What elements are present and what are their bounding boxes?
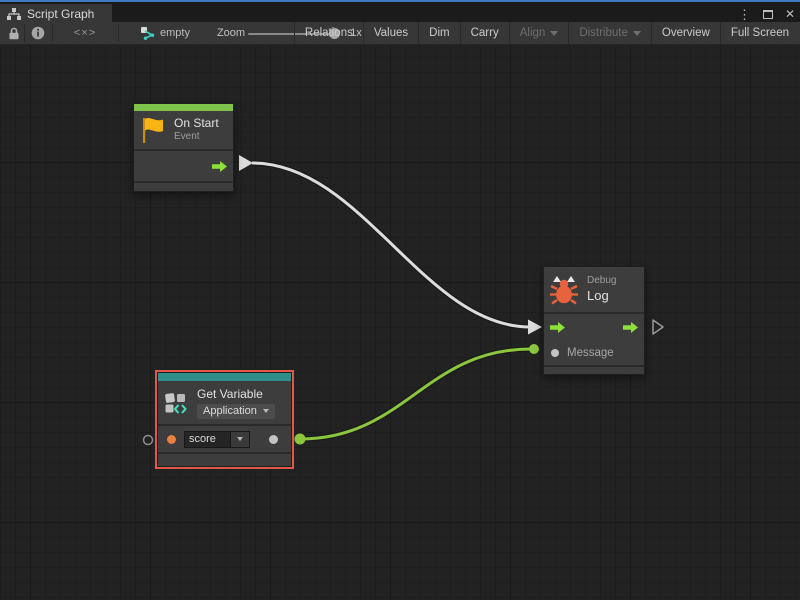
toolbar-separator xyxy=(118,24,119,42)
node-value-port-row: Message xyxy=(544,340,644,365)
window-controls: ⋮ ✕ xyxy=(738,5,795,23)
button-label: Align xyxy=(520,27,546,39)
node-title: Get Variable xyxy=(197,387,275,402)
variable-name-input-port[interactable] xyxy=(167,435,176,444)
button-label: Carry xyxy=(471,27,499,39)
code-toggle-icon: <×> xyxy=(74,27,96,39)
dropdown-arrow-icon xyxy=(633,31,641,36)
dropdown-arrow-icon xyxy=(237,437,243,441)
toolbar-button-distribute[interactable]: Distribute xyxy=(568,22,651,44)
node-header: Debug Log xyxy=(544,267,644,312)
toolbar-button-row: Relations Values Dim Carry Align Distrib… xyxy=(294,22,799,44)
dropdown-arrow-icon xyxy=(263,409,269,413)
node-footer xyxy=(158,454,291,466)
graph-name-label: empty xyxy=(160,27,190,39)
node-footer xyxy=(544,367,644,376)
dropdown-arrow-icon xyxy=(550,31,558,36)
lock-button[interactable] xyxy=(4,22,24,44)
variable-name-input[interactable] xyxy=(184,431,231,448)
value-wire-score-to-message[interactable] xyxy=(300,349,531,439)
graph-icon xyxy=(140,26,156,40)
tab-title: Script Graph xyxy=(27,7,94,21)
toolbar-separator xyxy=(24,24,25,42)
message-input-port[interactable] xyxy=(551,349,559,357)
node-port-row xyxy=(134,151,233,181)
flow-wire-onstart-to-log[interactable] xyxy=(252,163,530,327)
zoom-label: Zoom xyxy=(217,27,245,39)
node-header: On Start Event xyxy=(134,111,233,149)
code-view-button[interactable]: <×> xyxy=(62,22,108,44)
tab-script-graph[interactable]: Script Graph xyxy=(0,4,112,24)
title-bar: Script Graph ⋮ ✕ xyxy=(0,0,800,22)
value-wire-start-port[interactable] xyxy=(295,434,306,445)
wire-layer xyxy=(0,45,800,600)
bug-icon xyxy=(550,275,578,305)
toolbar-button-overview[interactable]: Overview xyxy=(651,22,720,44)
toolbar-button-align[interactable]: Align xyxy=(509,22,569,44)
flow-wire-end-arrow[interactable] xyxy=(528,320,542,335)
button-label: Dim xyxy=(429,27,449,39)
value-wire-end-port[interactable] xyxy=(529,344,539,354)
toolbar-button-carry[interactable]: Carry xyxy=(460,22,509,44)
selection-outline: Get Variable Application xyxy=(155,370,294,469)
flag-icon xyxy=(141,116,165,144)
button-label: Distribute xyxy=(579,27,628,39)
node-on-start[interactable]: On Start Event xyxy=(133,103,234,192)
scope-label: Application xyxy=(203,405,257,417)
graph-toolbar: <×> empty Zoom 1x Relations xyxy=(0,22,800,45)
button-label: Values xyxy=(374,27,408,39)
graph-breadcrumb-icon-wrap xyxy=(138,22,158,44)
port-label: Message xyxy=(567,347,614,359)
node-header: Get Variable Application xyxy=(158,381,291,424)
node-debug-log[interactable]: Debug Log Message xyxy=(543,266,645,375)
node-footer xyxy=(134,183,233,193)
node-get-variable[interactable]: Get Variable Application xyxy=(157,372,292,467)
variable-scope-dropdown[interactable]: Application xyxy=(197,404,275,419)
info-button[interactable] xyxy=(26,22,50,44)
node-title: Log xyxy=(587,288,616,304)
toolbar-button-relations[interactable]: Relations xyxy=(294,22,363,44)
node-flow-port-row xyxy=(544,314,644,340)
log-unconnected-output-port[interactable] xyxy=(653,320,663,334)
node-accent-bar xyxy=(134,104,233,111)
button-label: Overview xyxy=(662,27,710,39)
node-value-port-row xyxy=(158,426,291,452)
getvariable-unconnected-input-port[interactable] xyxy=(144,436,153,445)
maximize-icon[interactable] xyxy=(763,10,773,19)
info-icon xyxy=(31,26,45,40)
flow-input-port-icon[interactable] xyxy=(550,322,565,333)
node-category: Debug xyxy=(587,275,616,288)
variable-value-output-port[interactable] xyxy=(269,435,278,444)
toolbar-button-fullscreen[interactable]: Full Screen xyxy=(720,22,799,44)
node-subtitle: Event xyxy=(174,131,219,144)
flow-output-port-icon[interactable] xyxy=(212,161,227,172)
toolbar-separator xyxy=(52,24,53,42)
lock-icon xyxy=(8,27,20,40)
close-icon[interactable]: ✕ xyxy=(785,8,795,20)
toolbar-button-dim[interactable]: Dim xyxy=(418,22,459,44)
toolbar-button-values[interactable]: Values xyxy=(363,22,418,44)
node-accent-bar xyxy=(158,373,291,381)
graph-breadcrumb[interactable]: empty xyxy=(160,22,200,44)
graph-canvas[interactable]: On Start Event xyxy=(0,45,800,600)
window-menu-icon[interactable]: ⋮ xyxy=(738,8,751,21)
node-title: On Start xyxy=(174,116,219,131)
variables-icon xyxy=(165,392,187,414)
zoom-label-wrap: Zoom xyxy=(216,22,246,44)
button-label: Relations xyxy=(305,27,353,39)
button-label: Full Screen xyxy=(731,27,789,39)
flow-output-port-icon[interactable] xyxy=(623,322,638,333)
graph-tab-icon xyxy=(7,8,21,21)
flow-wire-start-arrow[interactable] xyxy=(239,155,253,171)
variable-name-dropdown[interactable] xyxy=(231,431,250,448)
script-graph-window: Script Graph ⋮ ✕ <×> xyxy=(0,0,800,600)
